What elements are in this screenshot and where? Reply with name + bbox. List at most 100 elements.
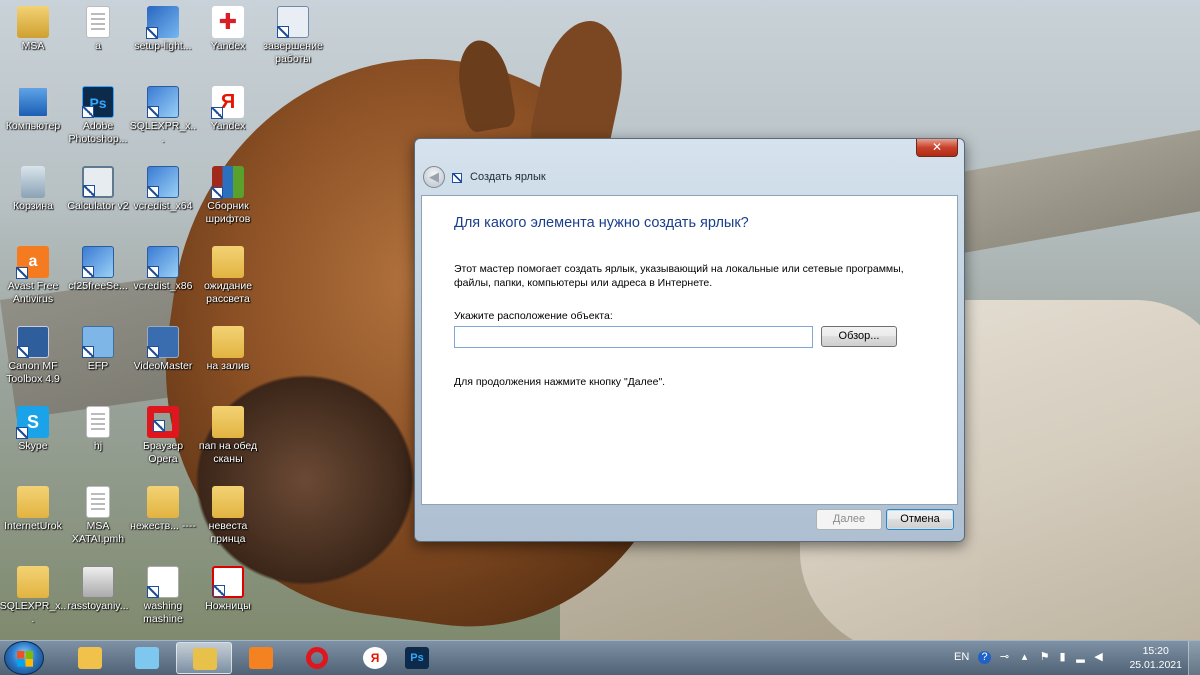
desktop-icon[interactable]: setup-light... (128, 2, 198, 76)
show-hidden-icons-icon[interactable]: ▴ (1018, 651, 1031, 664)
desktop-icon[interactable]: Компьютер (0, 82, 68, 156)
close-button[interactable]: ✕ (916, 139, 958, 157)
desktop-icon[interactable]: Я Yandex (193, 82, 263, 156)
desktop-icon[interactable]: завершение работы (258, 2, 328, 76)
shortcut-icon (452, 173, 462, 183)
desktop-icon[interactable]: rasstoyaniy... (63, 562, 133, 636)
desktop-icon[interactable]: a (63, 2, 133, 76)
help-icon[interactable]: ? (978, 651, 991, 664)
desktop-icon-label: Корзина (13, 200, 53, 212)
browse-button[interactable]: Обзор... (821, 326, 897, 347)
pin-icon[interactable]: ⊸ (998, 651, 1011, 664)
dialog-content: Для какого элемента нужно создать ярлык?… (421, 195, 958, 505)
location-input[interactable] (454, 326, 813, 348)
media-icon (249, 647, 273, 669)
desktop-icon-label: vcredist_x64 (133, 200, 193, 212)
desktop-icon-label: SQLEXPR_x... (0, 600, 67, 625)
computer-icon (17, 86, 49, 118)
desktop-icon[interactable]: SQLEXPR_x... (0, 562, 68, 636)
clock[interactable]: 15:20 25.01.2021 (1129, 644, 1182, 672)
explorer-window[interactable] (176, 642, 232, 674)
desktop-icon[interactable]: VideoMaster (128, 322, 198, 396)
desktop-icon-label: setup-light... (134, 40, 192, 52)
desktop-icon[interactable]: vcredist_x64 (128, 162, 198, 236)
desktop-icon[interactable]: vcredist_x86 (128, 242, 198, 316)
desktop-icon[interactable]: SQLEXPR_x... (128, 82, 198, 156)
desktop-icon-label: невеста принца (208, 520, 248, 545)
desktop-icon[interactable]: washing mashine (128, 562, 198, 636)
photoshop-icon: Ps (405, 647, 429, 669)
desktop-icon-label: пап на обед сканы (198, 440, 258, 465)
desktop-icon-label: Adobe Photoshop... (68, 120, 128, 145)
skype-icon: S (16, 406, 49, 439)
folder-icon (212, 326, 244, 358)
desktop-icon[interactable]: Canon MF Toolbox 4.9 (0, 322, 68, 396)
desktop-icon-label: cf25freeSe... (68, 280, 128, 292)
desktop-icon[interactable]: MSA (0, 2, 68, 76)
windows-logo-icon (17, 651, 33, 667)
language-indicator[interactable]: EN (954, 651, 969, 663)
folder-icon (212, 406, 244, 438)
desktop-icon[interactable]: Браузер Opera (128, 402, 198, 476)
photoshop-app[interactable]: Ps (394, 642, 440, 674)
desktop-icon[interactable]: InternetUrok (0, 482, 68, 556)
desktop-icon[interactable]: Сборник шрифтов (193, 162, 263, 236)
document-icon (86, 6, 110, 38)
desktop-icon[interactable]: на залив (193, 322, 263, 396)
explorer-pinned[interactable] (62, 642, 118, 674)
notes-pinned[interactable] (119, 642, 175, 674)
desktop-icon[interactable]: пап на обед сканы (193, 402, 263, 476)
photoshop-icon: Ps (82, 86, 114, 118)
desktop-icon[interactable]: MSA XATAI.pmh (63, 482, 133, 556)
desktop-icon-label: на залив (206, 360, 250, 372)
clock-date: 25.01.2021 (1129, 659, 1182, 671)
action-center-flag-icon[interactable]: ⚑ (1038, 651, 1051, 664)
installer-icon (147, 246, 179, 278)
image-icon (82, 566, 114, 598)
desktop-icon-label: a (95, 40, 101, 52)
folder-icon (212, 486, 244, 518)
dialog-title: Создать ярлык (470, 171, 546, 183)
desktop-icon[interactable]: Calculator v2 (63, 162, 133, 236)
desktop-icon[interactable]: нежеств... ---- (128, 482, 198, 556)
desktop-icon[interactable]: Ножницы (193, 562, 263, 636)
installer-icon (82, 246, 114, 278)
create-shortcut-dialog: ✕ ◀ Создать ярлык Для какого элемента ну… (414, 138, 965, 542)
installer-icon (147, 166, 179, 198)
desktop-icon[interactable]: ожидание рассвета (193, 242, 263, 316)
show-desktop-button[interactable] (1188, 641, 1200, 675)
desktop-icon[interactable]: a Avast Free Antivirus (0, 242, 68, 316)
media-player[interactable] (233, 642, 289, 674)
desktop-icon[interactable]: Корзина (0, 162, 68, 236)
desktop-icon-label: Yandex (210, 120, 246, 132)
dialog-heading: Для какого элемента нужно создать ярлык? (454, 215, 749, 231)
yandex-gift-icon: ✚ (212, 6, 244, 38)
desktop-icon-label: vcredist_x86 (133, 280, 193, 292)
folder-icon (193, 648, 217, 670)
system-tray: EN ? ⊸ ▴ ⚑ ▮ ▂ ◀ 15:20 25.01.2021 (940, 641, 1200, 675)
desktop-icon[interactable]: S Skype (0, 402, 68, 476)
start-button[interactable] (4, 641, 44, 675)
cancel-button[interactable]: Отмена (886, 509, 954, 530)
desktop-icon-label: Браузер Opera (142, 440, 184, 465)
desktop-icon-label: Сборник шрифтов (205, 200, 251, 225)
document-icon (86, 406, 110, 438)
desktop-icon-label: Yandex (210, 40, 246, 52)
folder-icon (17, 486, 49, 518)
network-icon[interactable]: ▮ (1056, 651, 1069, 664)
volume-icon[interactable]: ◀ (1092, 651, 1105, 664)
desktop-icon[interactable]: невеста принца (193, 482, 263, 556)
desktop-icon-label: Calculator v2 (67, 200, 129, 212)
folder-icon (17, 566, 49, 598)
desktop-icon[interactable]: EFP (63, 322, 133, 396)
desktop-icon[interactable]: ✚ Yandex (193, 2, 263, 76)
desktop-icon[interactable]: hj (63, 402, 133, 476)
signal-icon[interactable]: ▂ (1074, 651, 1087, 664)
desktop-icon-label: Ножницы (205, 600, 251, 612)
back-button[interactable]: ◀ (423, 166, 445, 188)
desktop-icon[interactable]: cf25freeSe... (63, 242, 133, 316)
opera-browser[interactable] (290, 642, 346, 674)
document-icon (86, 486, 110, 518)
desktop-icon[interactable]: Ps Adobe Photoshop... (63, 82, 133, 156)
continue-hint: Для продолжения нажмите кнопку "Далее". (454, 376, 666, 388)
